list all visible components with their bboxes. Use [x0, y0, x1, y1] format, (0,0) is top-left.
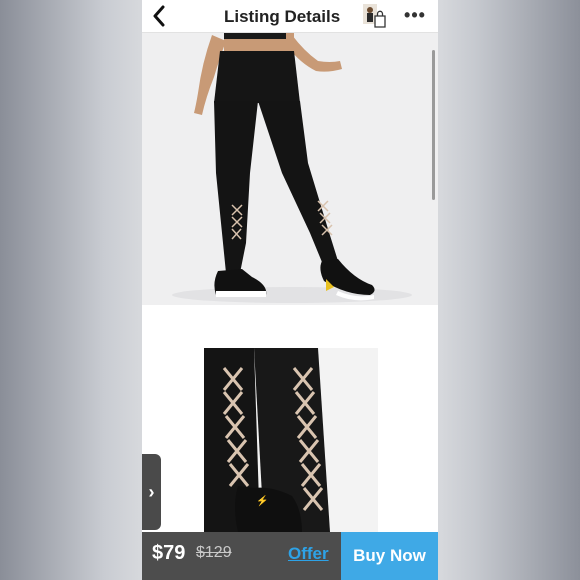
price: $79: [152, 542, 186, 564]
offer-button[interactable]: Offer: [288, 544, 329, 564]
svg-text:⚡: ⚡: [256, 494, 268, 507]
listing-photo-detail[interactable]: ⚡: [142, 310, 438, 532]
scrollbar[interactable]: [432, 50, 435, 200]
listing-photo-main[interactable]: [142, 33, 438, 305]
chevron-right-icon: ›: [148, 481, 155, 502]
blurred-side-panel: [438, 0, 580, 580]
app-screen: Listing Details ••• ⚡ › $79 $129 Offer B…: [142, 0, 438, 580]
purchase-bar: $79 $129 Offer Buy Now: [142, 532, 438, 580]
more-options-button[interactable]: •••: [400, 4, 430, 26]
seller-avatar[interactable]: [362, 3, 388, 29]
more-icon: •••: [404, 4, 426, 25]
original-price: $129: [196, 544, 232, 561]
page-title: Listing Details: [224, 7, 341, 26]
buy-now-button[interactable]: Buy Now: [341, 532, 438, 580]
next-photo-button[interactable]: ›: [142, 454, 161, 530]
closet-avatar-icon: [363, 4, 386, 28]
leggings-detail-photo: ⚡: [142, 310, 438, 532]
chevron-left-icon: [153, 5, 165, 27]
back-button[interactable]: [146, 2, 172, 30]
top-bar: Listing Details •••: [142, 0, 438, 33]
leggings-full-photo: [142, 33, 438, 305]
